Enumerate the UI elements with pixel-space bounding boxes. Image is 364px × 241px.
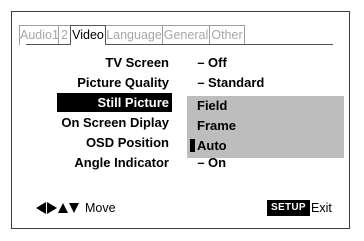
tab-audio2-label: 2 — [61, 28, 68, 42]
move-label: Move — [85, 201, 116, 215]
setting-label: Picture Quality — [77, 75, 169, 90]
setting-label: TV Screen — [105, 55, 169, 70]
option-label: Auto — [197, 138, 227, 153]
setting-label: Angle Indicator — [74, 155, 169, 170]
setting-row-tv-screen[interactable]: TV Screen – Off — [12, 53, 351, 72]
tab-general-label: General — [163, 28, 209, 42]
arrow-down-icon — [69, 203, 79, 213]
tab-video-label: Video — [72, 28, 104, 42]
setting-label: OSD Position — [85, 135, 169, 150]
still-picture-options: Field Frame Auto — [187, 96, 344, 158]
tab-general[interactable]: General — [162, 25, 210, 45]
tab-audio1-label: Audio1 — [20, 28, 59, 42]
option-label: Field — [197, 98, 228, 113]
setting-label: On Screen Diplay — [61, 115, 169, 130]
setting-value: Off — [208, 55, 227, 70]
tab-other-label: Other — [211, 28, 243, 42]
tab-language[interactable]: Language — [105, 25, 163, 45]
arrow-left-icon — [36, 202, 46, 214]
selection-cursor-icon — [190, 139, 195, 152]
setup-button[interactable]: SETUP — [267, 200, 310, 216]
setting-row-picture-quality[interactable]: Picture Quality – Standard — [12, 73, 351, 92]
arrow-up-icon — [58, 203, 68, 213]
arrow-right-icon — [47, 202, 57, 214]
option-label: Frame — [197, 118, 237, 133]
tab-audio1[interactable]: Audio1 — [19, 25, 59, 45]
setting-value: Standard — [208, 75, 265, 90]
setting-label-selected: Still Picture — [57, 93, 172, 112]
setup-menu-frame: Audio1 2 Video Language General Other TV… — [11, 11, 350, 229]
setting-separator: – — [197, 75, 205, 90]
tab-language-label: Language — [106, 28, 162, 42]
option-auto[interactable]: Auto — [197, 136, 227, 155]
direction-arrows-icon — [36, 202, 79, 214]
option-frame[interactable]: Frame — [197, 116, 236, 135]
exit-label: Exit — [311, 201, 332, 215]
tab-other[interactable]: Other — [209, 25, 245, 45]
option-field[interactable]: Field — [197, 96, 227, 115]
footer-move-hint: Move — [36, 201, 116, 215]
tab-video[interactable]: Video — [70, 25, 106, 45]
setting-separator: – — [197, 55, 205, 70]
